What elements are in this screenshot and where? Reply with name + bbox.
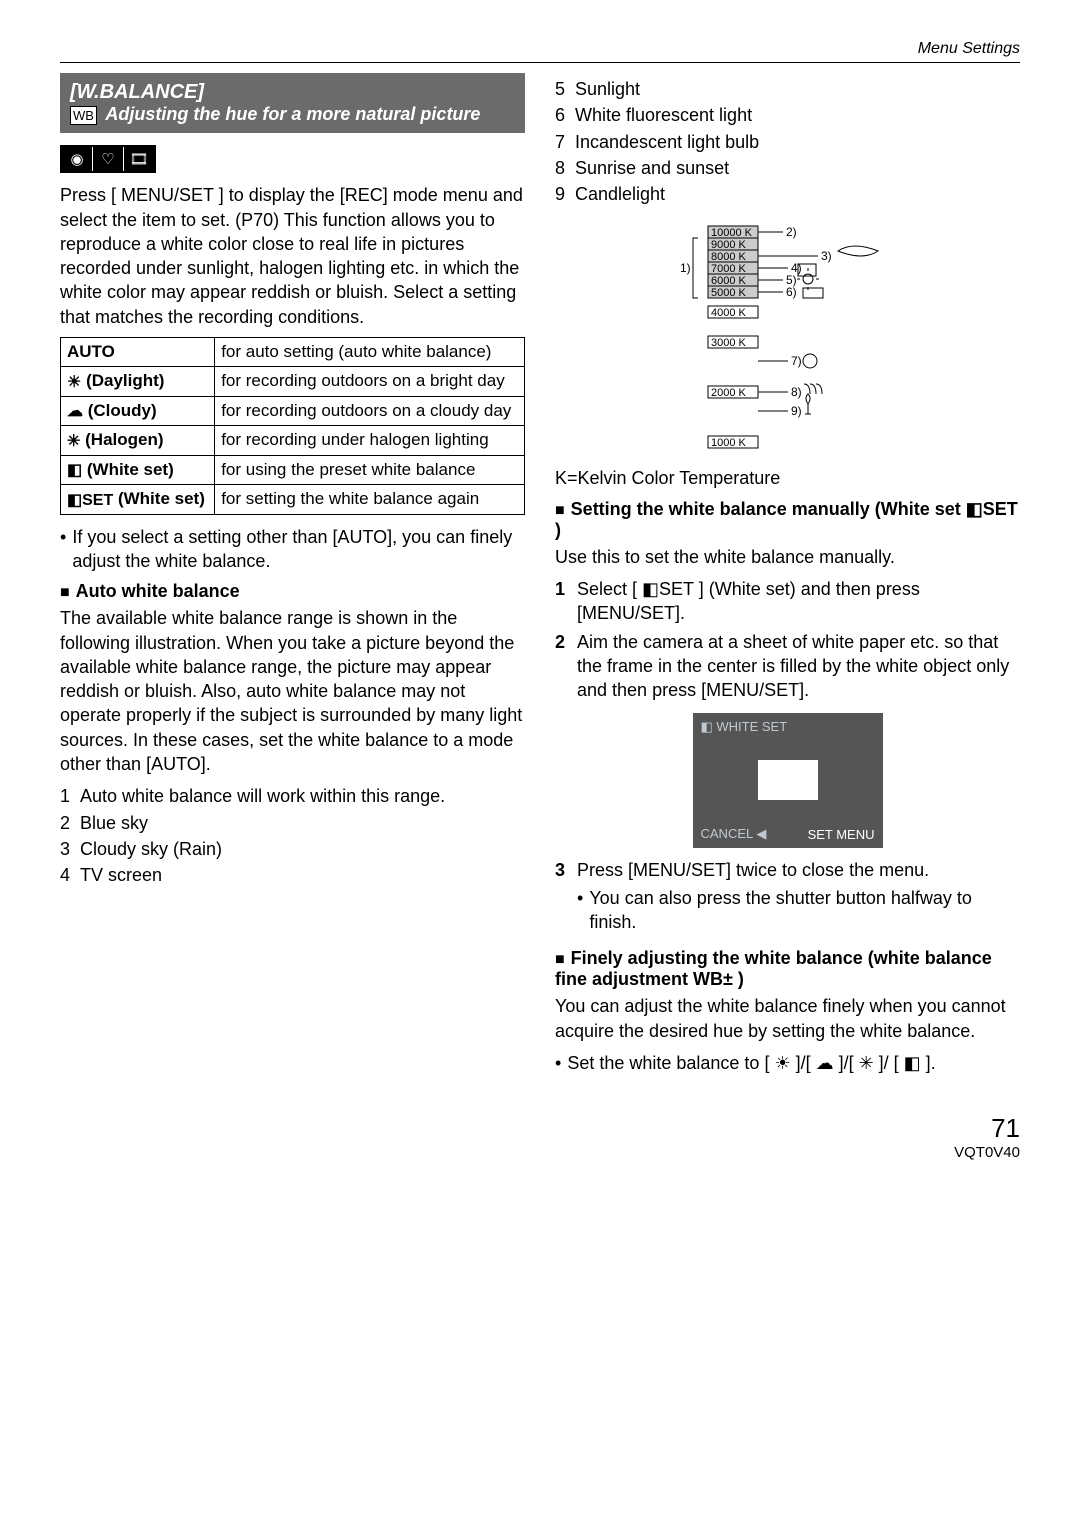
intro-text: Press [ MENU/SET ] to display the [REC] … [60,183,525,329]
manual-intro: Use this to set the white balance manual… [555,545,1020,569]
feature-desc: Adjusting the hue for a more natural pic… [105,104,480,124]
cloud-icon: ☁ [67,401,83,421]
svg-text:3): 3) [821,249,832,263]
sun-icon: ☀ [67,372,81,392]
svg-text:10000 K: 10000 K [711,227,753,239]
awb-heading: ■Auto white balance [60,581,525,602]
feature-box: [W.BALANCE] WB Adjusting the hue for a m… [60,73,525,133]
halogen-icon: ✳ [67,431,80,451]
section-header: Menu Settings [60,40,1020,63]
kelvin-caption: K=Kelvin Color Temperature [555,466,1020,490]
manual-heading: ■Setting the white balance manually (Whi… [555,499,1020,541]
camera-icon: ◉ [62,147,92,171]
note-after-table: •If you select a setting other than [AUT… [60,525,525,574]
mode-icons: ◉ ♡ 🎞 [60,145,156,173]
svg-text:8): 8) [791,385,802,399]
doc-id: VQT0V40 [60,1144,1020,1161]
movie-icon: 🎞 [123,147,154,171]
table-row: AUTOfor auto setting (auto white balance… [61,338,525,367]
table-row: ☀ (Daylight)for recording outdoors on a … [61,367,525,397]
legend-list-right: 5Sunlight 6White fluorescent light 7Inca… [555,77,1020,206]
svg-text:2000 K: 2000 K [711,387,747,399]
screen-cancel: CANCEL ◀ [701,826,767,842]
table-row: ✳ (Halogen)for recording under halogen l… [61,426,525,456]
svg-text:2): 2) [786,225,797,239]
feature-title: [W.BALANCE] [70,81,515,104]
svg-text:6000 K: 6000 K [711,275,747,287]
heart-icon: ♡ [92,147,123,171]
fine-body: You can adjust the white balance finely … [555,994,1020,1043]
svg-text:4000 K: 4000 K [711,307,747,319]
white-set-screen: ◧ WHITE SET CANCEL ◀ SET MENU [693,713,883,848]
page-number: 71 [60,1113,1020,1144]
manual-steps: 1Select [ ◧SET ] (White set) and then pr… [555,577,1020,702]
svg-text:3000 K: 3000 K [711,337,747,349]
awb-body: The available white balance range is sho… [60,606,525,776]
white-frame [758,760,818,800]
fine-bullet: •Set the white balance to [ ☀ ]/[ ☁ ]/[ … [555,1051,1020,1075]
screen-set: SET MENU [808,827,875,842]
svg-text:7): 7) [791,354,802,368]
table-row: ◧SET (White set)for setting the white ba… [61,485,525,515]
wb-settings-table: AUTOfor auto setting (auto white balance… [60,337,525,515]
svg-text:5000 K: 5000 K [711,287,747,299]
svg-text:7000 K: 7000 K [711,263,747,275]
svg-text:6): 6) [786,285,797,299]
manual-step3: 3Press [MENU/SET] twice to close the men… [555,858,1020,882]
manual-step3-sub: •You can also press the shutter button h… [577,886,1020,935]
whiteset-set-icon: ◧SET [67,490,113,510]
table-row: ◧ (White set)for using the preset white … [61,455,525,485]
kelvin-diagram: 10000 K 9000 K 8000 K 7000 K 6000 K 5000… [555,216,1020,456]
wb-label-icon: WB [70,106,97,125]
svg-text:1): 1) [680,261,691,275]
svg-text:9000 K: 9000 K [711,239,747,251]
svg-text:1000 K: 1000 K [711,437,747,449]
legend-list-left: 1Auto white balance will work within thi… [60,784,525,887]
fine-heading: ■Finely adjusting the white balance (whi… [555,948,1020,990]
svg-text:9): 9) [791,404,802,418]
table-row: ☁ (Cloudy)for recording outdoors on a cl… [61,396,525,426]
svg-text:8000 K: 8000 K [711,251,747,263]
whiteset-icon: ◧ [67,460,82,480]
screen-title: ◧ WHITE SET [701,719,788,735]
